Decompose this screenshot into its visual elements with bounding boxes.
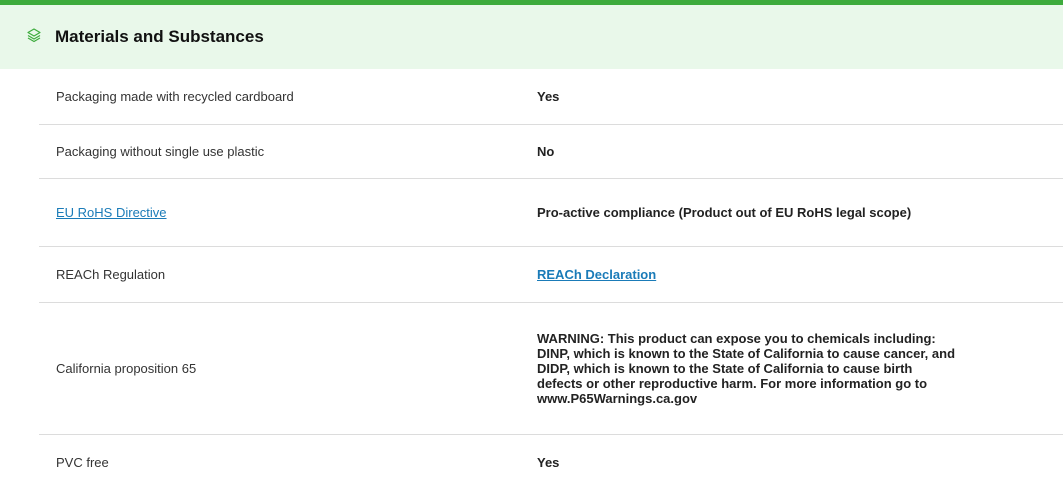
row-value: REACh Declaration — [537, 267, 957, 282]
row-label: Packaging without single use plastic — [56, 144, 265, 159]
row-value: Pro-active compliance (Product out of EU… — [537, 205, 912, 220]
table-row: Packaging without single use plastic No — [39, 125, 1063, 179]
row-value: WARNING: This product can expose you to … — [537, 331, 956, 406]
table-row: California proposition 65 WARNING: This … — [39, 303, 1063, 435]
row-label: Packaging made with recycled cardboard — [56, 89, 294, 104]
table-row: PVC free Yes — [39, 435, 1063, 489]
layers-icon — [26, 27, 42, 43]
materials-panel: Materials and Substances Packaging made … — [0, 0, 1063, 489]
row-label: PVC free — [56, 454, 109, 470]
eu-rohs-link[interactable]: EU RoHS Directive — [56, 205, 167, 220]
attribute-table: Packaging made with recycled cardboard Y… — [39, 69, 1063, 489]
row-value: Yes — [537, 454, 560, 470]
row-label: California proposition 65 — [56, 361, 197, 376]
row-value: No — [537, 144, 555, 159]
section-title: Materials and Substances — [55, 27, 264, 46]
section-header[interactable]: Materials and Substances — [0, 5, 1063, 69]
row-label: EU RoHS Directive — [39, 205, 537, 220]
table-row: EU RoHS Directive Pro-active compliance … — [39, 179, 1063, 247]
row-label: REACh Regulation — [56, 267, 166, 282]
reach-declaration-link[interactable]: REACh Declaration — [537, 267, 656, 282]
row-value: Yes — [537, 89, 560, 104]
table-row: REACh Regulation REACh Declaration — [39, 247, 1063, 303]
table-row: Packaging made with recycled cardboard Y… — [39, 69, 1063, 125]
